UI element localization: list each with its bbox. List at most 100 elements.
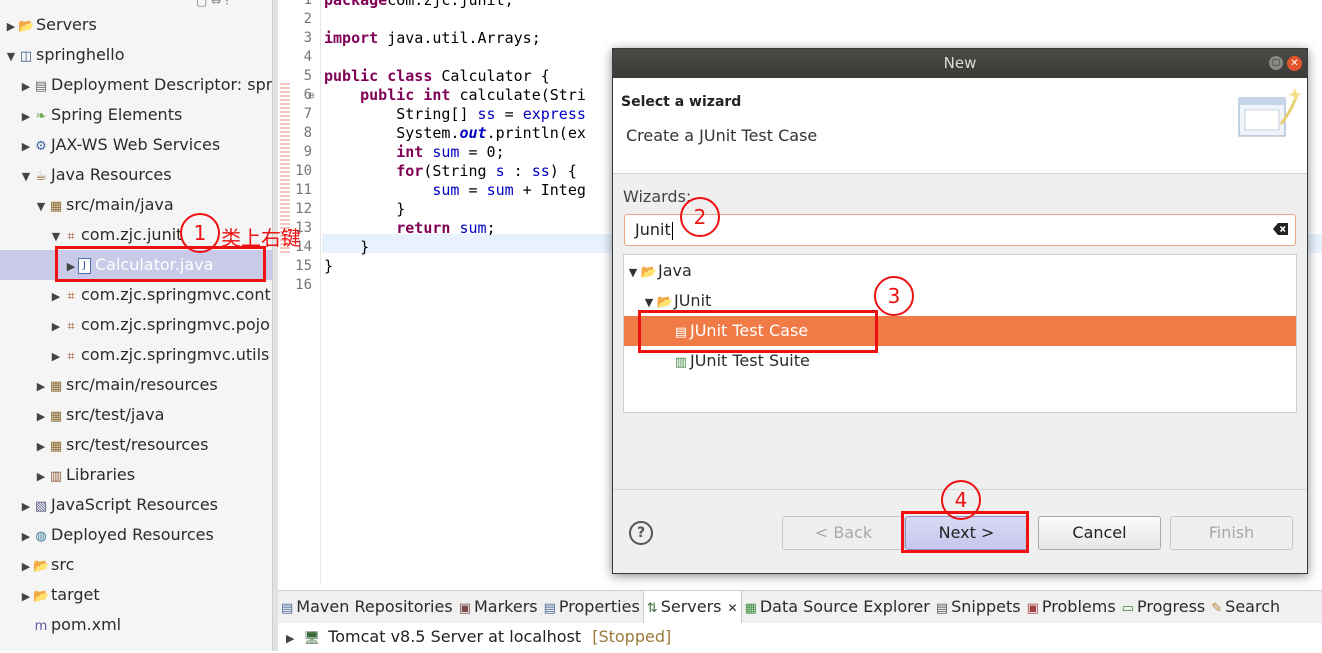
package-icon: ⌗	[67, 349, 75, 364]
code-token: String[]	[324, 105, 478, 123]
explorer-toolbar-icons[interactable]: ▢ ⇔ ⁝	[196, 0, 229, 8]
tab-label: Search	[1225, 597, 1281, 616]
explorer-item[interactable]: ▶ ⌗ com.zjc.springmvc.contro	[0, 280, 272, 310]
chevron-right-icon[interactable]: ▶	[34, 402, 48, 432]
deployed-resources-icon: ◍	[35, 529, 47, 544]
wizards-label: Wizards:	[623, 187, 692, 206]
deployment-descriptor-icon: ▤	[34, 79, 48, 94]
chevron-down-icon[interactable]: ▼	[19, 162, 33, 192]
chevron-right-icon[interactable]: ▶	[19, 522, 33, 552]
code-line: return sum;	[324, 219, 495, 238]
java-resources-icon: ☕	[35, 169, 47, 184]
tab-properties[interactable]: ▤ Properties	[541, 591, 643, 623]
explorer-item[interactable]: ▼ ☕ Java Resources	[0, 160, 272, 190]
chevron-right-icon[interactable]: ▶	[19, 102, 33, 132]
code-token: import	[324, 29, 379, 47]
chevron-down-icon[interactable]: ▼	[34, 192, 48, 222]
chevron-right-icon[interactable]: ▶	[49, 282, 63, 312]
explorer-item[interactable]: ▶ ⌗ com.zjc.springmvc.utils	[0, 340, 272, 370]
explorer-item[interactable]: ▶ ▦ src/main/resources	[0, 370, 272, 400]
explorer-item[interactable]: ▼ ▦ src/main/java	[0, 190, 272, 220]
server-icon: 🖥	[303, 631, 321, 646]
code-token: + Integ	[513, 181, 586, 199]
explorer-item[interactable]: ▶ 📂 src	[0, 550, 272, 580]
code-token: ) {	[549, 162, 577, 180]
chevron-right-icon[interactable]: ▶	[19, 552, 33, 582]
code-token: out	[459, 124, 487, 142]
explorer-item[interactable]: ▶ ▦ src/test/resources	[0, 430, 272, 460]
finish-button[interactable]: Finish	[1170, 516, 1293, 550]
tab-search[interactable]: ✎ Search	[1208, 591, 1283, 623]
chevron-right-icon[interactable]: ▶	[19, 582, 33, 612]
code-token: sum	[432, 181, 460, 199]
code-token: package	[324, 0, 388, 9]
explorer-item[interactable]: ▶ ❧ Spring Elements	[0, 100, 272, 130]
wizard-tree-label: JUnit	[674, 291, 712, 310]
chevron-right-icon[interactable]: ▶	[49, 342, 63, 372]
explorer-item[interactable]: ▶ 📂 target	[0, 580, 272, 610]
package-icon: ⌗	[67, 319, 75, 334]
dialog-title: New	[943, 54, 977, 72]
wizard-filter-input[interactable]: Junit	[624, 214, 1296, 246]
chevron-down-icon[interactable]: ▼	[4, 42, 18, 72]
close-icon[interactable]: ✕	[1287, 56, 1302, 71]
chevron-right-icon[interactable]: ▶	[19, 492, 33, 522]
tab-problems[interactable]: ▣ Problems	[1024, 591, 1119, 623]
chevron-right-icon[interactable]: ▶	[19, 132, 33, 162]
code-line: }	[324, 257, 333, 276]
explorer-item-label: src/test/resources	[66, 435, 209, 454]
spring-leaf-icon: ❧	[35, 109, 47, 124]
explorer-item[interactable]: ▶ ▦ src/test/java	[0, 400, 272, 430]
clear-filter-icon[interactable]	[1273, 222, 1289, 236]
tab-maven-repositories[interactable]: ▤ Maven Repositories	[278, 591, 456, 623]
restore-icon[interactable]: ▢	[1269, 56, 1283, 70]
text-caret	[671, 221, 673, 240]
chevron-down-icon[interactable]: ▼	[626, 258, 640, 288]
code-token: }	[324, 200, 406, 218]
chevron-right-icon[interactable]: ▶	[34, 462, 48, 492]
code-token: public	[324, 67, 379, 85]
help-icon[interactable]: ?	[629, 521, 653, 545]
explorer-item[interactable]: ▶ ⚙ JAX-WS Web Services	[0, 130, 272, 160]
tab-snippets[interactable]: ▤ Snippets	[933, 591, 1024, 623]
tab-progress[interactable]: ▭ Progress	[1119, 591, 1209, 623]
chevron-right-icon[interactable]: ▶	[34, 372, 48, 402]
tab-data-source-explorer[interactable]: ▦ Data Source Explorer	[742, 591, 933, 623]
folder-open-icon: 📂	[640, 265, 658, 280]
wizard-tree-item[interactable]: ▼ 📂Java	[624, 256, 1296, 286]
explorer-item-label: Java Resources	[51, 165, 172, 184]
explorer-item[interactable]: ▶ ◍ Deployed Resources	[0, 520, 272, 550]
close-tab-icon[interactable]: ✕	[728, 601, 738, 615]
cancel-button[interactable]: Cancel	[1038, 516, 1161, 550]
chevron-right-icon[interactable]: ▶	[4, 12, 18, 42]
dialog-titlebar[interactable]: New ▢ ✕	[613, 49, 1307, 78]
expand-arrow-icon[interactable]: ▶	[286, 632, 294, 645]
code-token: =	[495, 105, 523, 123]
explorer-item[interactable]: ▶ ▤ Deployment Descriptor: sprin	[0, 70, 272, 100]
explorer-item[interactable]: ▼ ◫ springhello	[0, 40, 272, 70]
explorer-item[interactable]: ▶ 📂 Servers	[0, 10, 272, 40]
explorer-item-label: src/test/java	[66, 405, 165, 424]
fold-toggle-icon[interactable]: ⊖	[308, 86, 320, 105]
tab-label: Data Source Explorer	[759, 597, 930, 616]
tab-markers[interactable]: ▣ Markers	[456, 591, 541, 623]
explorer-item[interactable]: ▶ ▥ Libraries	[0, 460, 272, 490]
code-token: sum	[486, 181, 514, 199]
explorer-item[interactable]: m pom.xml	[0, 610, 272, 640]
tab-servers[interactable]: ⇅ Servers ✕	[642, 591, 742, 623]
server-entry[interactable]: ▶ 🖥 Tomcat v8.5 Server at localhost [Sto…	[286, 623, 671, 651]
code-token: sum	[459, 219, 487, 237]
tab-label: Maven Repositories	[296, 597, 453, 616]
chevron-right-icon[interactable]: ▶	[49, 312, 63, 342]
explorer-item[interactable]: ▶ ⌗ com.zjc.springmvc.pojo	[0, 310, 272, 340]
explorer-item[interactable]: ▶ ▧ JavaScript Resources	[0, 490, 272, 520]
package-icon: ⌗	[67, 289, 75, 304]
chevron-right-icon[interactable]: ▶	[34, 432, 48, 462]
back-button[interactable]: < Back	[782, 516, 905, 550]
progress-icon: ▭	[1121, 601, 1134, 616]
chevron-right-icon[interactable]: ▶	[19, 72, 33, 102]
